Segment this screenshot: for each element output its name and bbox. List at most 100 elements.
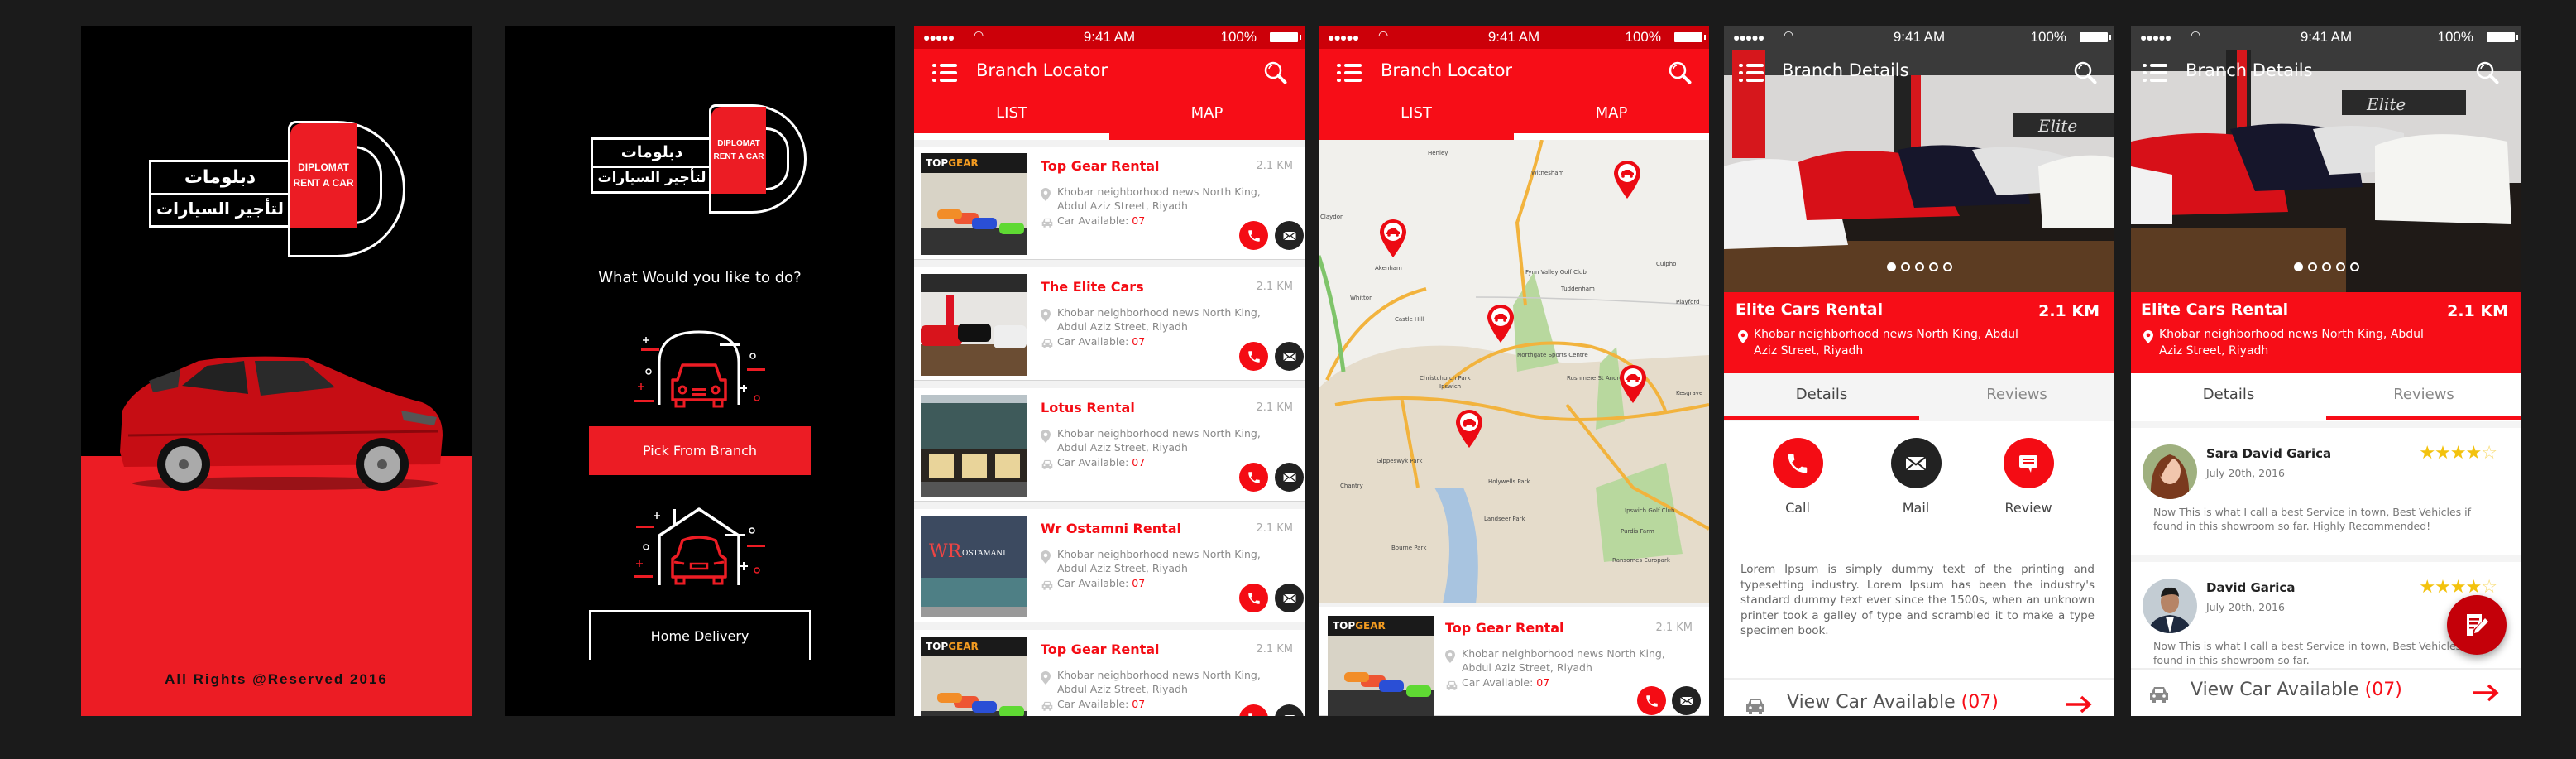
app-bar: Branch Locator <box>1319 49 1709 95</box>
branch-address: Khobar neighborhood news North King, Abd… <box>1754 328 2018 358</box>
call-button[interactable] <box>1239 342 1268 371</box>
call-button[interactable] <box>1239 463 1268 492</box>
star-empty-icon: ☆ <box>2481 577 2497 598</box>
call-button[interactable] <box>1239 704 1268 716</box>
branch-name[interactable]: Wr Ostamni Rental <box>1041 521 1181 536</box>
branch-address: Khobar neighborhood news North King, Abd… <box>1057 427 1261 454</box>
arrow-right-icon[interactable] <box>2472 683 2500 703</box>
branch-address: Khobar neighborhood news North King, Abd… <box>1057 306 1261 333</box>
branch-address: Khobar neighborhood news North King, Abd… <box>1057 548 1261 574</box>
map-label: Henley <box>1428 150 1448 156</box>
map-label: Purdis Farm <box>1621 528 1654 535</box>
branch-address: Khobar neighborhood news North King, Abd… <box>1057 669 1261 695</box>
view-cars-bar[interactable]: View Car Available (07) <box>1724 678 2114 716</box>
branch-card[interactable]: WR OSTAMANI Wr Ostamni Rental 2.1 KM Khob… <box>914 509 1305 622</box>
carousel-dot[interactable] <box>2307 262 2317 271</box>
tab-reviews[interactable]: Reviews <box>1919 373 2114 419</box>
tab-reviews[interactable]: Reviews <box>2326 373 2521 420</box>
page-title: Branch Details <box>1782 60 1909 80</box>
view-cars-count: (07) <box>2364 680 2402 700</box>
write-review-button[interactable] <box>2447 595 2507 655</box>
carousel-dot[interactable] <box>1900 262 1910 271</box>
search-icon[interactable] <box>2475 60 2500 85</box>
pick-from-branch-button[interactable]: Pick From Branch <box>589 426 811 475</box>
call-button[interactable] <box>1239 584 1268 612</box>
mail-button[interactable] <box>1275 221 1304 250</box>
mail-button[interactable] <box>1275 704 1304 716</box>
branch-name[interactable]: Lotus Rental <box>1041 400 1135 416</box>
cars-available-count: 07 <box>1132 456 1146 468</box>
view-cars-label[interactable]: View Car Available (07) <box>1787 692 1999 713</box>
branch-name[interactable]: Top Gear Rental <box>1041 641 1160 657</box>
mail-button[interactable] <box>1275 463 1304 492</box>
tab-map[interactable]: MAP <box>1109 95 1305 140</box>
search-icon[interactable] <box>1263 60 1288 85</box>
review-button[interactable] <box>2003 438 2054 488</box>
menu-icon[interactable] <box>1337 64 1362 82</box>
call-button[interactable] <box>1239 221 1268 250</box>
carousel-dot-active[interactable] <box>2293 262 2303 271</box>
branch-name[interactable]: Top Gear Rental <box>1041 158 1160 174</box>
star-rating: ★★★★☆ <box>2419 443 2497 464</box>
review-action[interactable]: Review <box>1987 438 2070 516</box>
branch-map[interactable]: Henley Witnesham Claydon Akenham Fynn Va… <box>1319 140 1709 603</box>
branch-address: Khobar neighborhood news North King, Abd… <box>1057 185 1261 212</box>
review-label: Review <box>2004 500 2052 516</box>
menu-icon[interactable] <box>932 64 957 82</box>
carousel-dot-active[interactable] <box>1886 262 1896 271</box>
tab-list[interactable]: LIST <box>914 95 1109 140</box>
phone-icon <box>1785 451 1810 476</box>
menu-icon[interactable] <box>2143 64 2167 82</box>
logo-arabic-line1: دبلومات <box>184 167 256 188</box>
mail-action[interactable]: Mail <box>1875 438 1957 516</box>
view-cars-label[interactable]: View Car Available (07) <box>2191 680 2402 700</box>
branch-card[interactable]: Lotus Rental 2.1 KM Khobar neighborhood … <box>914 388 1305 502</box>
cars-available: Car Available: 07 <box>1057 214 1146 227</box>
carousel-dots <box>1724 259 2114 275</box>
branch-details-screen: Elite ●●●●● ◠ 9:41 AM 100% Branch Detail… <box>1724 26 2114 716</box>
map-pin-icon[interactable] <box>1456 410 1482 448</box>
branch-card[interactable]: TOPGEAR Top Gear Rental 2.1 KM Khobar ne… <box>914 147 1305 260</box>
tab-details[interactable]: Details <box>2131 373 2326 419</box>
branch-name[interactable]: The Elite Cars <box>1041 279 1144 295</box>
detail-tabs: Details Reviews <box>1724 373 2114 421</box>
map-pin-icon[interactable] <box>1380 219 1406 257</box>
view-cars-bar[interactable]: View Car Available (07) <box>2131 668 2521 716</box>
call-button[interactable] <box>1637 686 1666 715</box>
mail-button[interactable] <box>1275 342 1304 371</box>
tab-map[interactable]: MAP <box>1514 95 1709 140</box>
tab-details[interactable]: Details <box>1724 373 1919 420</box>
branch-thumbnail <box>921 395 1027 497</box>
cars-available: Car Available: 07 <box>1462 676 1550 689</box>
tab-list[interactable]: LIST <box>1319 95 1514 140</box>
choose-option-screen: دبلومات لتأجير السيارات DIPLOMAT RENT A … <box>505 26 895 716</box>
mail-button[interactable] <box>1890 438 1942 488</box>
search-icon[interactable] <box>2073 60 2098 85</box>
mail-button[interactable] <box>1275 584 1304 612</box>
mail-button[interactable] <box>1672 686 1701 715</box>
logo-english-line1: DIPLOMAT <box>298 161 349 173</box>
carousel-dot[interactable] <box>1928 262 1938 271</box>
cars-available-count: 07 <box>1132 577 1146 589</box>
carousel-dot[interactable] <box>1942 262 1952 271</box>
search-icon[interactable] <box>1668 60 1693 85</box>
map-pin-icon[interactable] <box>1620 365 1646 403</box>
carousel-dot[interactable] <box>2349 262 2359 271</box>
mail-icon <box>1281 469 1298 486</box>
map-pin-icon[interactable] <box>1614 161 1640 199</box>
branch-name[interactable]: Top Gear Rental <box>1445 620 1564 636</box>
mail-label: Mail <box>1902 500 1930 516</box>
branch-card[interactable]: The Elite Cars 2.1 KM Khobar neighborhoo… <box>914 267 1305 381</box>
arrow-right-icon[interactable] <box>2065 694 2093 714</box>
cars-available-count: 07 <box>1132 214 1146 227</box>
map-pin-icon[interactable] <box>1487 305 1514 343</box>
call-action[interactable]: Call <box>1756 438 1839 516</box>
carousel-dot[interactable] <box>2335 262 2345 271</box>
menu-icon[interactable] <box>1739 64 1764 82</box>
branch-card[interactable]: TOPGEAR Top Gear Rental 2.1 KM Khobar ne… <box>914 630 1305 716</box>
home-delivery-button[interactable]: Home Delivery <box>589 610 811 660</box>
selected-branch-card[interactable]: TOPGEAR Top Gear Rental 2.1 KM Khobar ne… <box>1319 607 1709 716</box>
carousel-dot[interactable] <box>2321 262 2331 271</box>
carousel-dot[interactable] <box>1914 262 1924 271</box>
call-button[interactable] <box>1772 438 1823 488</box>
